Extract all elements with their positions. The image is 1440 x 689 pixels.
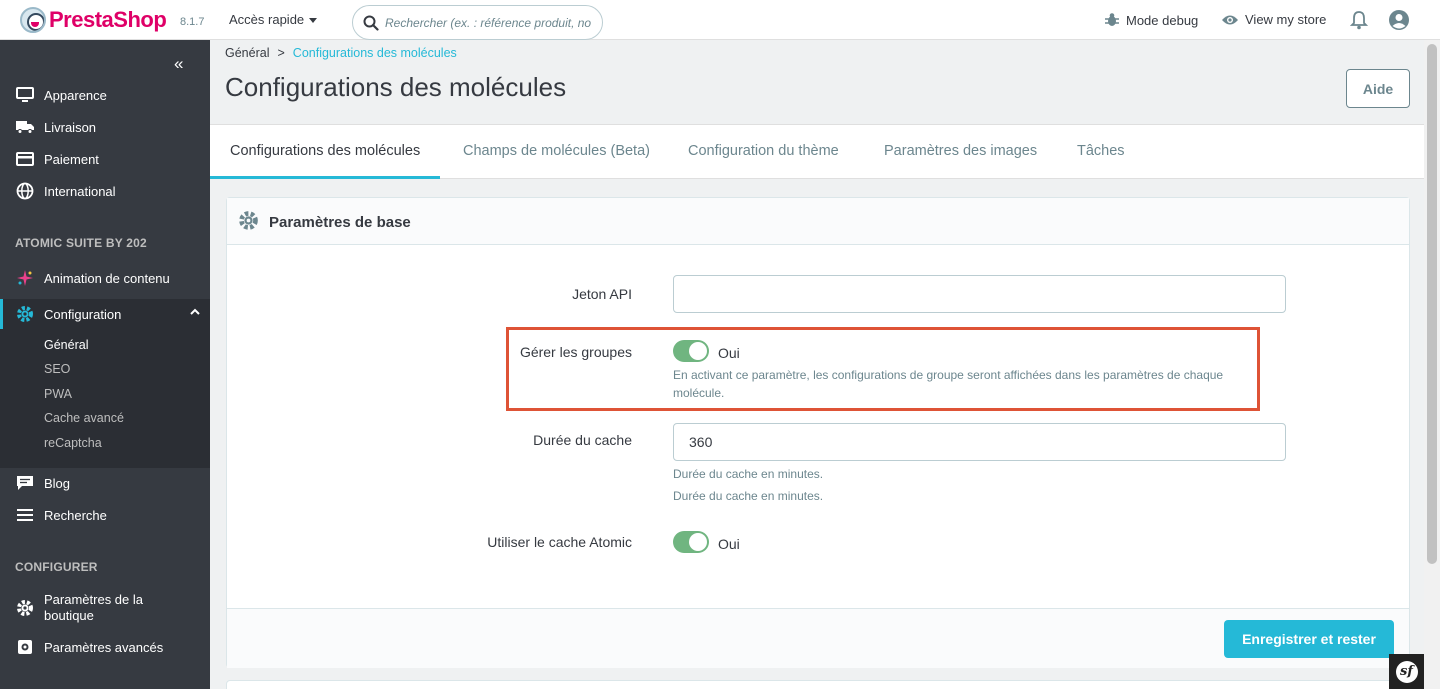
- symfony-toolbar-toggle[interactable]: sf: [1389, 654, 1424, 689]
- section-configurer: CONFIGURER: [15, 560, 98, 574]
- submenu-item-seo[interactable]: SEO: [44, 362, 70, 376]
- submenu-item-cache[interactable]: Cache avancé: [44, 411, 124, 425]
- manage-groups-label: Gérer les groupes: [519, 344, 632, 360]
- version-label: 8.1.7: [180, 16, 205, 28]
- caret-down-icon: [309, 18, 318, 24]
- sidebar-item-international[interactable]: International: [0, 177, 210, 205]
- sidebar-item-label: Configuration: [44, 306, 122, 322]
- basic-settings-card: Paramètres de base Jeton API Gérer les g…: [226, 197, 1410, 668]
- view-store-label: View my store: [1245, 12, 1327, 27]
- debug-mode-label: Mode debug: [1126, 12, 1199, 28]
- chevron-up-icon: [190, 308, 200, 315]
- help-button[interactable]: Aide: [1346, 69, 1410, 108]
- breadcrumb-parent[interactable]: Général: [225, 46, 269, 60]
- cache-duration-label: Durée du cache: [533, 432, 632, 448]
- sidebar-item-label: Livraison: [44, 119, 97, 135]
- cache-duration-input[interactable]: [673, 423, 1286, 461]
- sidebar-item-advanced-params[interactable]: Paramètres avancés: [0, 633, 210, 661]
- atomic-cache-toggle[interactable]: [673, 531, 709, 553]
- brand-name: PrestaShop: [49, 7, 167, 32]
- sidebar-item-label: Paiement: [44, 151, 99, 167]
- globe-icon: [16, 182, 34, 200]
- eye-icon: [1222, 15, 1238, 24]
- menu-lines-icon: [16, 506, 34, 524]
- card-footer: Enregistrer et rester: [227, 608, 1409, 668]
- card-header: Paramètres de base: [227, 198, 1409, 245]
- tab-molecule-fields[interactable]: Champs de molécules (Beta): [443, 125, 670, 179]
- tab-molecule-configs[interactable]: Configurations des molécules: [210, 125, 441, 179]
- view-store-link[interactable]: View my store: [1221, 12, 1326, 27]
- collapse-sidebar-icon[interactable]: «: [174, 54, 183, 74]
- atomic-cache-label: Utiliser le cache Atomic: [487, 534, 632, 550]
- bug-icon: [1105, 13, 1119, 26]
- search-input[interactable]: [385, 13, 595, 33]
- card-title: Paramètres de base: [269, 214, 411, 231]
- manage-groups-toggle-label: Oui: [718, 345, 740, 361]
- manage-groups-toggle[interactable]: [673, 340, 709, 362]
- sidebar: « Apparence Livraison Paiement Internati…: [0, 40, 210, 689]
- section-atomic-suite: ATOMIC SUITE BY 202: [15, 236, 147, 250]
- user-profile-icon[interactable]: [1388, 9, 1410, 31]
- tabs-bar: Configurations des molécules Champs de m…: [210, 124, 1424, 179]
- prestashop-logo[interactable]: PrestaShop: [20, 7, 167, 33]
- page-title: Configurations des molécules: [225, 72, 567, 102]
- gear-icon: [16, 599, 34, 617]
- atomic-cache-toggle-label: Oui: [718, 536, 740, 552]
- breadcrumb-separator: >: [277, 46, 285, 60]
- submenu-item-pwa[interactable]: PWA: [44, 387, 72, 401]
- manage-groups-help-line1: En activant ce paramètre, les configurat…: [673, 368, 1224, 382]
- top-header: PrestaShop 8.1.7 Accès rapide Mode debug…: [0, 0, 1440, 40]
- tab-tasks[interactable]: Tâches: [1057, 125, 1145, 179]
- breadcrumb: Général > Configurations des molécules: [225, 46, 457, 60]
- sidebar-item-label: Recherche: [44, 507, 107, 523]
- sparkle-icon: [16, 269, 34, 287]
- sidebar-item-blog[interactable]: Blog: [0, 469, 210, 497]
- credit-card-icon: [16, 150, 34, 168]
- scrollbar-thumb[interactable]: [1427, 44, 1437, 564]
- bell-icon[interactable]: [1350, 10, 1368, 30]
- sidebar-item-animation[interactable]: Animation de contenu: [0, 264, 210, 292]
- sidebar-item-configuration[interactable]: Configuration: [0, 299, 210, 329]
- sidebar-item-label: Animation de contenu: [44, 270, 170, 286]
- sidebar-item-label: Paramètres de la boutique: [44, 592, 143, 623]
- cache-duration-help-1: Durée du cache en minutes.: [673, 467, 824, 481]
- sidebar-item-label: Apparence: [44, 87, 107, 103]
- search-icon: [363, 15, 379, 31]
- sidebar-item-label: Blog: [44, 475, 71, 491]
- sidebar-item-shop-params[interactable]: Paramètres de la boutique: [0, 591, 210, 625]
- sidebar-item-paiement[interactable]: Paiement: [0, 145, 210, 173]
- breadcrumb-current[interactable]: Configurations des molécules: [293, 46, 457, 60]
- api-token-label: Jeton API: [572, 286, 632, 302]
- sidebar-item-livraison[interactable]: Livraison: [0, 113, 210, 141]
- search-box[interactable]: [352, 5, 603, 40]
- settings-box-icon: [16, 638, 34, 656]
- sidebar-item-recherche[interactable]: Recherche: [0, 501, 210, 529]
- api-token-input[interactable]: [673, 275, 1286, 313]
- save-and-stay-button[interactable]: Enregistrer et rester: [1224, 620, 1394, 658]
- sidebar-item-label: International: [44, 183, 116, 199]
- sidebar-item-apparence[interactable]: Apparence: [0, 81, 210, 109]
- tab-image-params[interactable]: Paramètres des images: [864, 125, 1057, 179]
- scrollbar[interactable]: [1424, 40, 1440, 689]
- comment-icon: [16, 474, 34, 492]
- quick-access-dropdown[interactable]: Accès rapide: [229, 12, 318, 27]
- submenu-item-recaptcha[interactable]: reCaptcha: [44, 436, 102, 450]
- truck-icon: [16, 118, 34, 136]
- monitor-icon: [16, 86, 34, 104]
- symfony-icon: sf: [1395, 660, 1418, 683]
- cache-duration-help-2: Durée du cache en minutes.: [673, 489, 824, 503]
- sidebar-item-label: Paramètres avancés: [44, 639, 164, 655]
- tab-theme-config[interactable]: Configuration du thème: [668, 125, 859, 179]
- manage-groups-help: En activant ce paramètre, les configurat…: [673, 366, 1263, 402]
- gear-icon: [239, 211, 258, 230]
- debug-mode-link[interactable]: Mode debug: [1104, 12, 1198, 28]
- next-card: [226, 680, 1410, 689]
- puffin-logo-icon: [20, 7, 46, 33]
- configuration-submenu: Général SEO PWA Cache avancé reCaptcha: [0, 329, 210, 468]
- submenu-item-general[interactable]: Général: [44, 338, 88, 352]
- gear-icon: [16, 305, 34, 323]
- manage-groups-help-line2: molécule.: [673, 386, 725, 400]
- quick-access-label: Accès rapide: [229, 12, 305, 27]
